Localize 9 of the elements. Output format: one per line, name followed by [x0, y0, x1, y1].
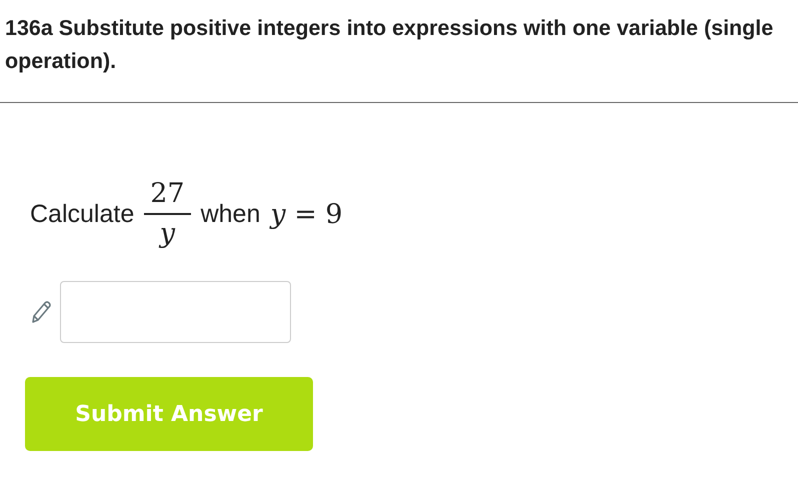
- numerator: 27: [144, 175, 191, 215]
- equation: y = 9: [270, 198, 343, 230]
- page-title: 136a Substitute positive integers into expressions with one variable (single operation).: [4, 15, 774, 75]
- submit-answer-button[interactable]: Submit Answer: [25, 377, 313, 451]
- denominator: y: [160, 217, 176, 251]
- question-text: Calculate: [30, 200, 134, 228]
- pencil-icon: [30, 299, 52, 325]
- question-text: when: [200, 200, 260, 228]
- answer-field[interactable]: [60, 281, 291, 343]
